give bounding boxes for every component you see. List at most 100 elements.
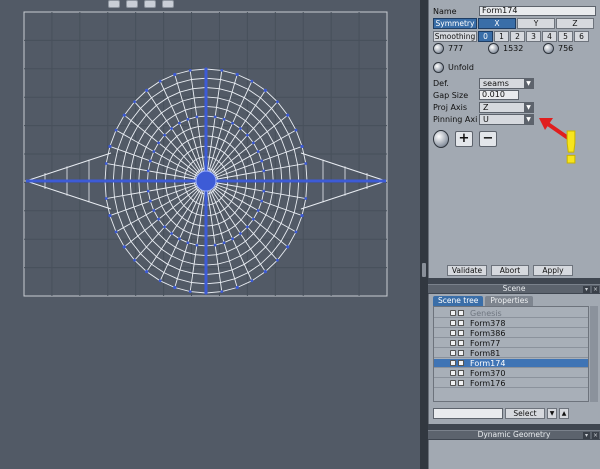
move-view-icon[interactable]: [108, 0, 120, 8]
validate-button[interactable]: Validate: [447, 265, 487, 276]
axis-y-button[interactable]: Y: [517, 18, 555, 29]
visibility-icon[interactable]: [450, 340, 456, 346]
chevron-down-icon[interactable]: ▼: [547, 408, 557, 419]
unfold-icon[interactable]: [433, 62, 444, 73]
visibility-icon[interactable]: [450, 320, 456, 326]
collapse-icon[interactable]: ▾: [583, 432, 590, 439]
scene-panel-header[interactable]: Scene ▾ ×: [428, 284, 600, 293]
pinning-axis-dropdown[interactable]: U ▼: [479, 114, 534, 125]
mesh-vertex: [114, 230, 118, 234]
mesh-vertex: [104, 197, 108, 200]
list-item-label: Form174: [470, 358, 506, 368]
visibility-icon[interactable]: [450, 360, 456, 366]
mesh-vertex: [186, 117, 190, 121]
list-item[interactable]: Form176: [434, 379, 588, 388]
visibility-icon[interactable]: [450, 330, 456, 336]
scene-panel: Scene tree Properties Genesis Form378 Fo…: [428, 294, 600, 424]
close-icon[interactable]: ×: [592, 286, 599, 293]
list-item[interactable]: Genesis: [434, 309, 588, 318]
mesh-vertex: [148, 159, 152, 163]
smoothing-level-6[interactable]: 6: [574, 31, 589, 42]
list-item-selected[interactable]: Form174: [434, 359, 588, 368]
mesh-vertex: [188, 68, 192, 72]
name-field[interactable]: Form174: [479, 6, 596, 16]
list-item[interactable]: Form386: [434, 329, 588, 338]
smoothing-level-5[interactable]: 5: [558, 31, 573, 42]
apply-button[interactable]: Apply: [533, 265, 573, 276]
def-dropdown[interactable]: seams ▼: [479, 78, 534, 89]
list-item[interactable]: Form378: [434, 319, 588, 328]
lock-icon[interactable]: [458, 330, 464, 336]
add-pin-button[interactable]: +: [455, 131, 473, 147]
pin-tool-icon[interactable]: [433, 130, 449, 148]
axis-x-button[interactable]: X: [478, 18, 516, 29]
uv-viewport[interactable]: [0, 0, 420, 469]
mesh-center-vertex-cluster: [195, 170, 217, 192]
visibility-icon[interactable]: [450, 370, 456, 376]
lock-icon[interactable]: [458, 350, 464, 356]
mesh-vertex: [163, 225, 167, 229]
splitter-handle[interactable]: [422, 263, 426, 277]
lock-icon[interactable]: [458, 310, 464, 316]
mesh-vertex: [133, 258, 136, 262]
annotation-exclamation: !: [561, 123, 582, 174]
visibility-icon[interactable]: [450, 380, 456, 386]
list-item-label: Form386: [470, 328, 506, 338]
select-button[interactable]: Select: [505, 408, 545, 419]
chevron-up-icon[interactable]: ▲: [559, 408, 569, 419]
axis-z-button[interactable]: Z: [556, 18, 594, 29]
chevron-down-icon: ▼: [524, 79, 533, 88]
face-count: 1532: [503, 44, 524, 53]
list-item[interactable]: Form77: [434, 339, 588, 348]
gap-size-field[interactable]: 0.010: [479, 90, 519, 100]
remove-pin-button[interactable]: −: [479, 131, 497, 147]
smoothing-level-3[interactable]: 3: [526, 31, 541, 42]
lock-icon[interactable]: [458, 320, 464, 326]
lock-icon[interactable]: [458, 370, 464, 376]
object-icon[interactable]: [162, 0, 174, 8]
frame-icon[interactable]: [144, 0, 156, 8]
proj-axis-dropdown[interactable]: Z ▼: [479, 102, 534, 113]
properties-panel: Name Form174 Symmetry X Y Z Smoothing 0 …: [428, 0, 600, 278]
mesh-vertex: [222, 241, 226, 245]
lock-icon[interactable]: [458, 340, 464, 346]
tab-properties[interactable]: Properties: [485, 296, 534, 306]
mesh-vertex: [300, 214, 304, 218]
visibility-icon[interactable]: [450, 310, 456, 316]
close-icon[interactable]: ×: [592, 432, 599, 439]
scene-search-input[interactable]: [433, 408, 503, 419]
pinning-axis-value: U: [483, 115, 489, 124]
smoothing-level-4[interactable]: 4: [542, 31, 557, 42]
dynamic-geometry-panel: [428, 440, 600, 469]
smoothing-level-1[interactable]: 1: [494, 31, 509, 42]
def-label: Def.: [433, 79, 449, 88]
visibility-icon[interactable]: [450, 350, 456, 356]
mesh-vertex: [262, 169, 266, 173]
mesh-vertex: [251, 141, 255, 145]
dynamic-geometry-header[interactable]: Dynamic Geometry ▾ ×: [428, 430, 600, 439]
mesh-vertex: [251, 217, 255, 221]
vertex-count: 777: [448, 44, 464, 53]
collapse-icon[interactable]: ▾: [583, 286, 590, 293]
smoothing-level-2[interactable]: 2: [510, 31, 525, 42]
rotate-view-icon[interactable]: [126, 0, 138, 8]
mesh-spoke: [174, 180, 207, 288]
lock-icon[interactable]: [458, 380, 464, 386]
mesh-vertex: [204, 114, 208, 118]
abort-button[interactable]: Abort: [491, 265, 529, 276]
list-item-label: Form378: [470, 318, 506, 328]
smoothing-button[interactable]: Smoothing: [433, 31, 477, 42]
list-item[interactable]: Form370: [434, 369, 588, 378]
smoothing-level-0[interactable]: 0: [478, 31, 493, 42]
list-item-label: Form81: [470, 348, 501, 358]
mesh-vertex: [256, 150, 260, 153]
scene-tree-scrollbar[interactable]: [590, 306, 598, 402]
symmetry-button[interactable]: Symmetry: [433, 18, 477, 29]
list-item[interactable]: Form81: [434, 349, 588, 358]
tab-scene-tree[interactable]: Scene tree: [433, 296, 484, 306]
uv-mesh-canvas[interactable]: [0, 0, 420, 469]
lock-icon[interactable]: [458, 360, 464, 366]
mesh-vertex: [213, 115, 217, 119]
face-count-icon: [488, 43, 499, 54]
scene-panel-title: Scene: [502, 284, 526, 293]
